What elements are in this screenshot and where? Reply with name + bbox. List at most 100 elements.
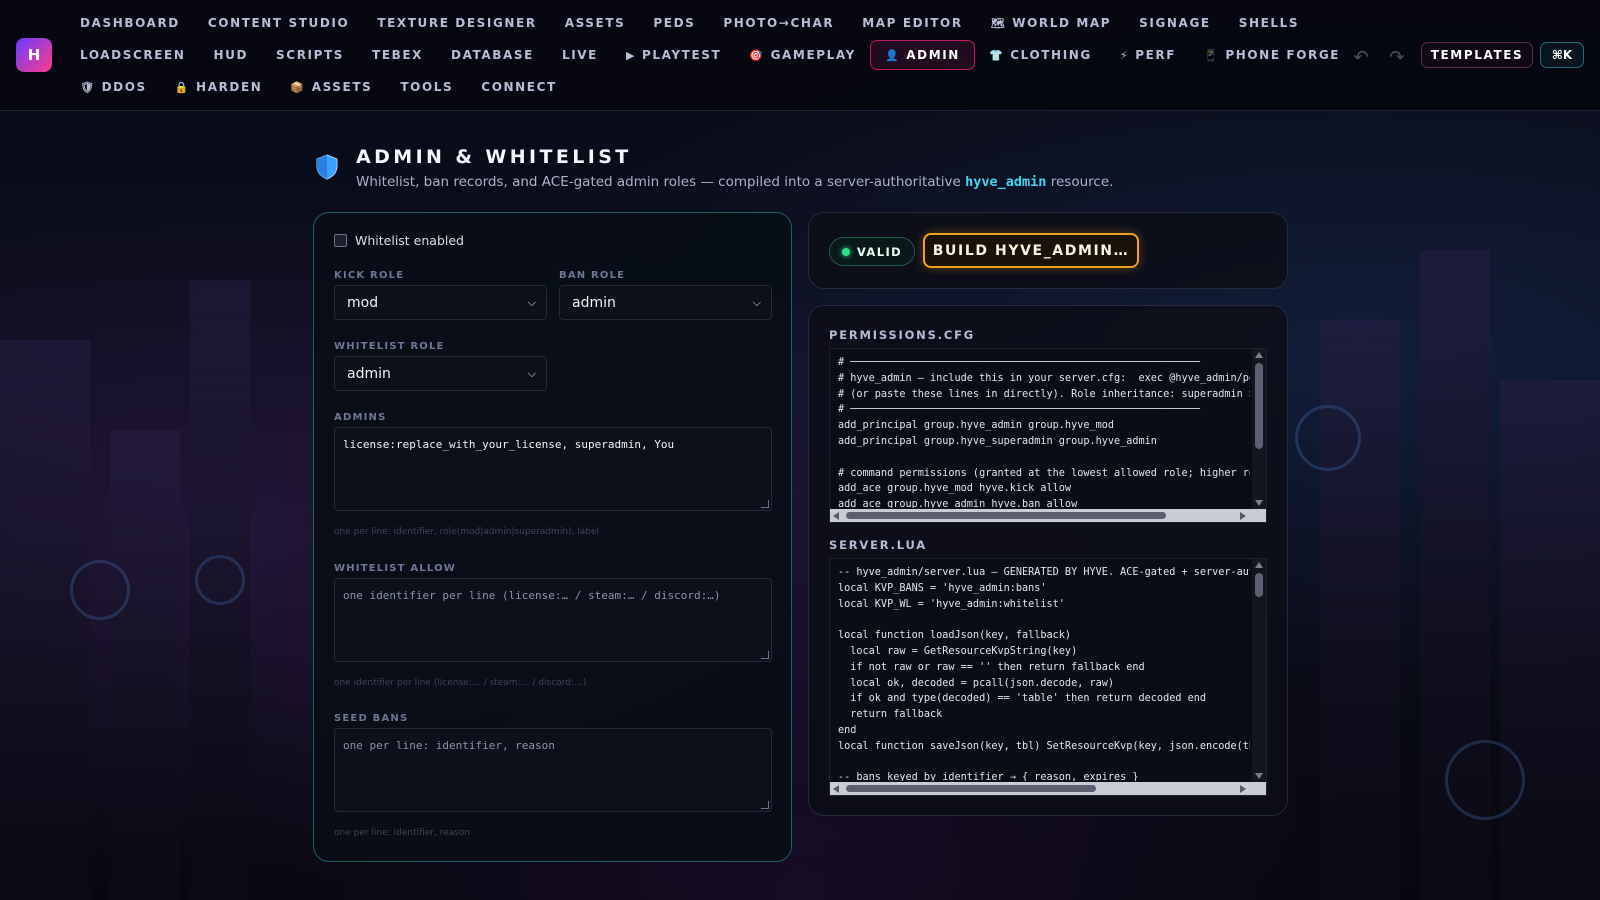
ban-role-label: BAN ROLE xyxy=(559,270,626,281)
nav-item-world-map[interactable]: 🗺 WORLD MAP xyxy=(977,8,1125,38)
admin-icon: 👤 xyxy=(884,48,901,62)
nav-item-admin[interactable]: 👤 ADMIN xyxy=(869,40,975,70)
page-subtitle: Whitelist, ban records, and ACE-gated ad… xyxy=(356,174,1114,190)
horizontal-scrollbar[interactable] xyxy=(830,782,1266,795)
nav-item-label: DATABASE xyxy=(451,48,534,62)
playtest-icon: ▶ xyxy=(625,48,637,62)
command-palette-button[interactable]: ⌘K xyxy=(1540,42,1584,68)
nav-item-hud[interactable]: HUD xyxy=(199,40,262,70)
nav-item-clothing[interactable]: 👕 CLOTHING xyxy=(975,40,1106,70)
resize-handle[interactable] xyxy=(761,500,769,508)
build-actions-panel: VALID BUILD HYVE_ADMIN… xyxy=(808,212,1288,289)
ddos-icon: 🛡 xyxy=(80,80,96,94)
nav-item-dashboard[interactable]: DASHBOARD xyxy=(66,8,194,38)
admin-config-form: Whitelist enabled KICK ROLE mod ⌵ BAN ROL… xyxy=(313,212,792,862)
whitelist-role-select[interactable]: admin ⌵ xyxy=(334,356,547,391)
permissions-cfg-label: PERMISSIONS.CFG xyxy=(829,328,975,342)
kick-role-label: KICK ROLE xyxy=(334,270,405,281)
seed-bans-textarea[interactable]: one per line: identifier, reason xyxy=(334,728,772,812)
server-lua-label: SERVER.LUA xyxy=(829,538,927,552)
shield-icon xyxy=(316,154,338,180)
nav-item-photo-char[interactable]: PHOTO→CHAR xyxy=(709,8,848,38)
nav-item-scripts[interactable]: SCRIPTS xyxy=(262,40,358,70)
permissions-cfg-code[interactable]: # ──────────────────────────────────────… xyxy=(829,348,1267,523)
nav-item-label: ASSETS xyxy=(311,80,373,94)
nav-item-loadscreen[interactable]: LOADSCREEN xyxy=(66,40,199,70)
gameplay-icon: 🎯 xyxy=(749,48,765,62)
nav-item-label: LOADSCREEN xyxy=(80,48,186,62)
nav-item-peds[interactable]: PEDS xyxy=(639,8,709,38)
nav-item-phone-forge[interactable]: 📱 PHONE FORGE xyxy=(1190,40,1354,70)
admins-hint: one per line: identifier, role(mod|admin… xyxy=(334,527,600,537)
nav-row-3: 🛡 DDOS 🔒 HARDEN 📦 ASSETS TOOLS CONNECT xyxy=(66,72,571,102)
nav-item-label: PLAYTEST xyxy=(642,48,722,62)
build-resource-button[interactable]: BUILD HYVE_ADMIN… xyxy=(923,233,1139,268)
chevron-down-icon: ⌵ xyxy=(527,366,536,380)
nav-item-label: PERF xyxy=(1135,48,1177,62)
whitelist-enabled-label: Whitelist enabled xyxy=(355,233,464,248)
nav-item-label: DDOS xyxy=(101,80,147,94)
nav-item-label: TOOLS xyxy=(400,80,454,94)
vertical-scrollbar[interactable] xyxy=(1252,559,1266,782)
nav-item-assets[interactable]: ASSETS xyxy=(551,8,640,38)
nav-item-map-editor[interactable]: MAP EDITOR xyxy=(848,8,976,38)
resize-handle[interactable] xyxy=(761,801,769,809)
nav-item-label: SHELLS xyxy=(1238,16,1300,30)
nav-item-label: LIVE xyxy=(561,48,598,62)
assets-icon: 📦 xyxy=(290,80,306,94)
nav-item-label: CLOTHING xyxy=(1010,48,1092,62)
nav-item-label: TEXTURE DESIGNER xyxy=(377,16,537,30)
harden-icon: 🔒 xyxy=(174,80,191,94)
nav-item-content-studio[interactable]: CONTENT STUDIO xyxy=(194,8,363,38)
nav-item-harden[interactable]: 🔒 HARDEN xyxy=(161,72,277,102)
generated-code-panel: PERMISSIONS.CFG # ──────────────────────… xyxy=(808,305,1288,816)
nav-item-label: HUD xyxy=(213,48,249,62)
nav-item-label: PHOTO→CHAR xyxy=(723,16,835,30)
nav-item-connect[interactable]: CONNECT xyxy=(467,72,570,102)
horizontal-scrollbar[interactable] xyxy=(830,509,1266,522)
app-logo[interactable]: H xyxy=(16,38,52,72)
nav-item-live[interactable]: LIVE xyxy=(548,40,612,70)
phone-forge-icon: 📱 xyxy=(1204,48,1220,62)
nav-item-playtest[interactable]: ▶ PLAYTEST xyxy=(612,40,735,70)
undo-icon[interactable]: ↶ xyxy=(1348,44,1374,70)
whitelist-allow-hint: one identifier per line (license:… / ste… xyxy=(334,678,587,688)
nav-item-label: MAP EDITOR xyxy=(862,16,963,30)
nav-item-label: ADMIN xyxy=(906,48,960,62)
nav-item-label: DASHBOARD xyxy=(80,16,180,30)
nav-item-label: PHONE FORGE xyxy=(1225,48,1341,62)
perf-icon: ⚡ xyxy=(1119,48,1130,62)
ban-role-select[interactable]: admin ⌵ xyxy=(559,285,772,320)
whitelist-allow-textarea[interactable]: one identifier per line (license:… / ste… xyxy=(334,578,772,662)
whitelist-enabled-row[interactable]: Whitelist enabled xyxy=(334,233,464,248)
kick-role-select[interactable]: mod ⌵ xyxy=(334,285,547,320)
redo-icon[interactable]: ↷ xyxy=(1384,44,1410,70)
resource-name: hyve_admin xyxy=(965,174,1047,190)
nav-item-database[interactable]: DATABASE xyxy=(437,40,548,70)
nav-item-signage[interactable]: SIGNAGE xyxy=(1125,8,1225,38)
chevron-down-icon: ⌵ xyxy=(752,295,761,309)
admins-textarea[interactable]: license:replace_with_your_license, super… xyxy=(334,427,772,511)
whitelist-enabled-checkbox[interactable] xyxy=(334,234,347,247)
nav-item-assets[interactable]: 📦 ASSETS xyxy=(276,72,386,102)
server-lua-code[interactable]: -- hyve_admin/server.lua — GENERATED BY … xyxy=(829,558,1267,796)
nav-item-ddos[interactable]: 🛡 DDOS xyxy=(66,72,161,102)
nav-item-label: GAMEPLAY xyxy=(770,48,856,62)
nav-item-perf[interactable]: ⚡ PERF xyxy=(1106,40,1190,70)
chevron-down-icon: ⌵ xyxy=(527,295,536,309)
nav-item-tools[interactable]: TOOLS xyxy=(386,72,467,102)
nav-item-shells[interactable]: SHELLS xyxy=(1225,8,1313,38)
templates-button[interactable]: TEMPLATES xyxy=(1421,42,1533,68)
nav-item-tebex[interactable]: TEBEX xyxy=(358,40,437,70)
whitelist-allow-label: WHITELIST ALLOW xyxy=(334,563,457,574)
nav-item-texture-designer[interactable]: TEXTURE DESIGNER xyxy=(363,8,550,38)
nav-item-gameplay[interactable]: 🎯 GAMEPLAY xyxy=(735,40,870,70)
vertical-scrollbar[interactable] xyxy=(1252,349,1266,509)
resize-handle[interactable] xyxy=(761,651,769,659)
status-dot-icon xyxy=(841,247,850,256)
page-title: ADMIN & WHITELIST xyxy=(356,146,632,168)
nav-item-label: ASSETS xyxy=(564,16,626,30)
top-navigation: H DASHBOARD CONTENT STUDIO TEXTURE DESIGNE… xyxy=(0,0,1600,111)
nav-item-label: SCRIPTS xyxy=(276,48,345,62)
whitelist-role-label: WHITELIST ROLE xyxy=(334,341,445,352)
